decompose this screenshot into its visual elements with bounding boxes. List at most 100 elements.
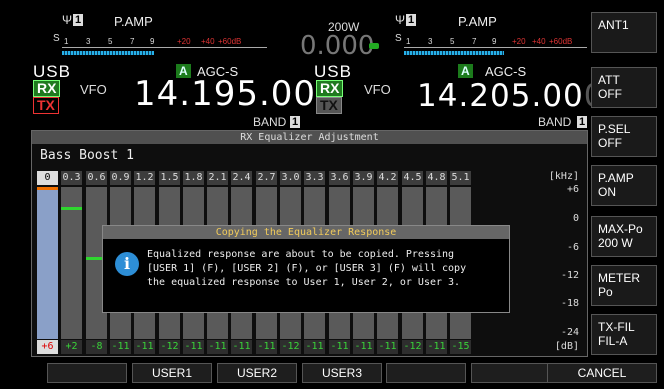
band-slider[interactable] [61, 187, 82, 339]
band-frequency-label[interactable]: 1.5 [159, 171, 180, 185]
db-unit-label: [dB] [554, 341, 579, 352]
att-button[interactable]: ATT OFF [591, 67, 657, 108]
band-frequency-label[interactable]: 3.3 [304, 171, 325, 185]
fkey-1[interactable] [47, 363, 127, 383]
s-tick: 9 [492, 37, 497, 46]
s-meter-bar [404, 51, 504, 55]
band-gain-value: -11 [207, 340, 228, 354]
antenna-number: 1 [406, 14, 417, 26]
band-frequency-label[interactable]: 4.5 [402, 171, 423, 185]
button-label: MAX-Po [598, 222, 643, 236]
max-po-button[interactable]: MAX-Po 200 W [591, 216, 657, 257]
band-gain-value: -8 [86, 340, 107, 354]
band-gain-value: -11 [256, 340, 277, 354]
band-gain-value: -15 [450, 340, 471, 354]
rx-indicator: RX [33, 80, 61, 97]
info-icon: i [115, 252, 139, 276]
agc-a-badge: A [458, 64, 473, 78]
band-level-marker [37, 187, 58, 190]
band-frequency-label[interactable]: 2.7 [256, 171, 277, 185]
y-tick: -6 [566, 242, 579, 253]
panel-title: RX Equalizer Adjustment [32, 131, 587, 144]
s-tick: 1 [64, 37, 69, 46]
vfo-label: VFO [80, 82, 107, 97]
tx-indicator: TX [33, 97, 59, 114]
button-value: Po [598, 285, 613, 299]
dialog-message: Equalized response are about to be copie… [147, 248, 507, 290]
band-slider[interactable] [37, 187, 58, 339]
button-value: OFF [598, 136, 622, 150]
pamp-button[interactable]: P.AMP ON [591, 165, 657, 206]
band-frequency-label[interactable]: 1.8 [183, 171, 204, 185]
vfo-label: VFO [364, 82, 391, 97]
y-tick: 0 [572, 213, 579, 224]
band-frequency-label[interactable]: 5.1 [450, 171, 471, 185]
khz-unit-label: [kHz] [548, 171, 579, 182]
band-frequency-label[interactable]: 0 [37, 171, 58, 185]
user2-button[interactable]: USER2 [217, 363, 297, 383]
y-tick: -12 [560, 270, 579, 281]
psel-button[interactable]: P.SEL OFF [591, 116, 657, 157]
band-frequency-label[interactable]: 1.2 [134, 171, 155, 185]
band-number: 1 [577, 116, 588, 128]
band-frequency-label[interactable]: 0.3 [61, 171, 82, 185]
band-frequency-label[interactable]: 2.1 [207, 171, 228, 185]
sub-status: Ψ 1 P.AMP S 1 3 5 7 9 +20 +40 +60dB USB … [300, 0, 604, 130]
s-meter-scale: 1 3 5 7 9 +20 +40 +60dB [62, 37, 267, 48]
band-frequency-label[interactable]: 3.0 [280, 171, 301, 185]
copy-dialog: Copying the Equalizer Response i Equaliz… [102, 225, 510, 313]
button-label: P.AMP [598, 171, 634, 185]
tx-fil-button[interactable]: TX-FIL FIL-A [591, 314, 657, 355]
mode-label: USB [314, 62, 352, 81]
s-tick: 3 [428, 37, 433, 46]
band-gain-value: +6 [37, 340, 58, 354]
band-gain-value: -12 [280, 340, 301, 354]
dialog-line: Equalized response are about to be copie… [147, 249, 455, 260]
main-status: Ψ 1 P.AMP S 1 3 5 7 9 +20 +40 +60dB USB … [0, 0, 338, 130]
fkey-5[interactable] [386, 363, 466, 383]
s-tick-over: +20 [177, 37, 191, 46]
band-label: BAND [538, 115, 572, 129]
antenna-icon: Ψ [395, 13, 406, 27]
cancel-button[interactable]: CANCEL [547, 363, 657, 383]
button-value: 200 W [598, 236, 633, 250]
band-frequency-label[interactable]: 2.4 [231, 171, 252, 185]
band-number: 1 [290, 116, 301, 128]
y-tick: -18 [560, 298, 579, 309]
band-label: BAND [253, 115, 287, 129]
band-frequency-label[interactable]: 4.8 [426, 171, 447, 185]
s-tick: 7 [130, 37, 135, 46]
fkey-6[interactable] [471, 363, 551, 383]
band-frequency-label[interactable]: 3.9 [353, 171, 374, 185]
user1-button[interactable]: USER1 [132, 363, 212, 383]
band-gain-value: -11 [353, 340, 374, 354]
button-value: ON [598, 185, 616, 199]
band-gain-value: +2 [61, 340, 82, 354]
user3-button[interactable]: USER3 [302, 363, 382, 383]
band-gain-value: -11 [304, 340, 325, 354]
button-label: ATT [598, 73, 620, 87]
ant-button[interactable]: ANT1 [591, 12, 657, 53]
band-frequency-label[interactable]: 0.6 [86, 171, 107, 185]
preset-name: Bass Boost 1 [40, 148, 134, 163]
s-tick-over: +60dB [218, 37, 242, 46]
band-frequency-label[interactable]: 3.6 [329, 171, 350, 185]
band-gain-value: -12 [402, 340, 423, 354]
band-frequency-label[interactable]: 0.9 [110, 171, 131, 185]
s-meter-label: S [395, 33, 402, 44]
y-tick: -24 [560, 327, 579, 338]
s-tick-over: +40 [532, 37, 546, 46]
s-tick: 9 [150, 37, 155, 46]
y-tick: +6 [566, 184, 579, 195]
dialog-line: [USER 1] (F), [USER 2] (F), or [USER 3] … [147, 263, 467, 274]
mode-label: USB [33, 62, 71, 81]
freq-digits: 14.195.00 [134, 74, 317, 114]
meter-button[interactable]: METER Po [591, 265, 657, 306]
band-gain-value: -11 [329, 340, 350, 354]
band-gain-value: -11 [377, 340, 398, 354]
s-tick-over: +20 [512, 37, 526, 46]
sub-frequency[interactable]: 14.205.000 [417, 78, 605, 114]
s-tick: 5 [450, 37, 455, 46]
band-frequency-label[interactable]: 4.2 [377, 171, 398, 185]
s-meter-bar [62, 51, 154, 55]
